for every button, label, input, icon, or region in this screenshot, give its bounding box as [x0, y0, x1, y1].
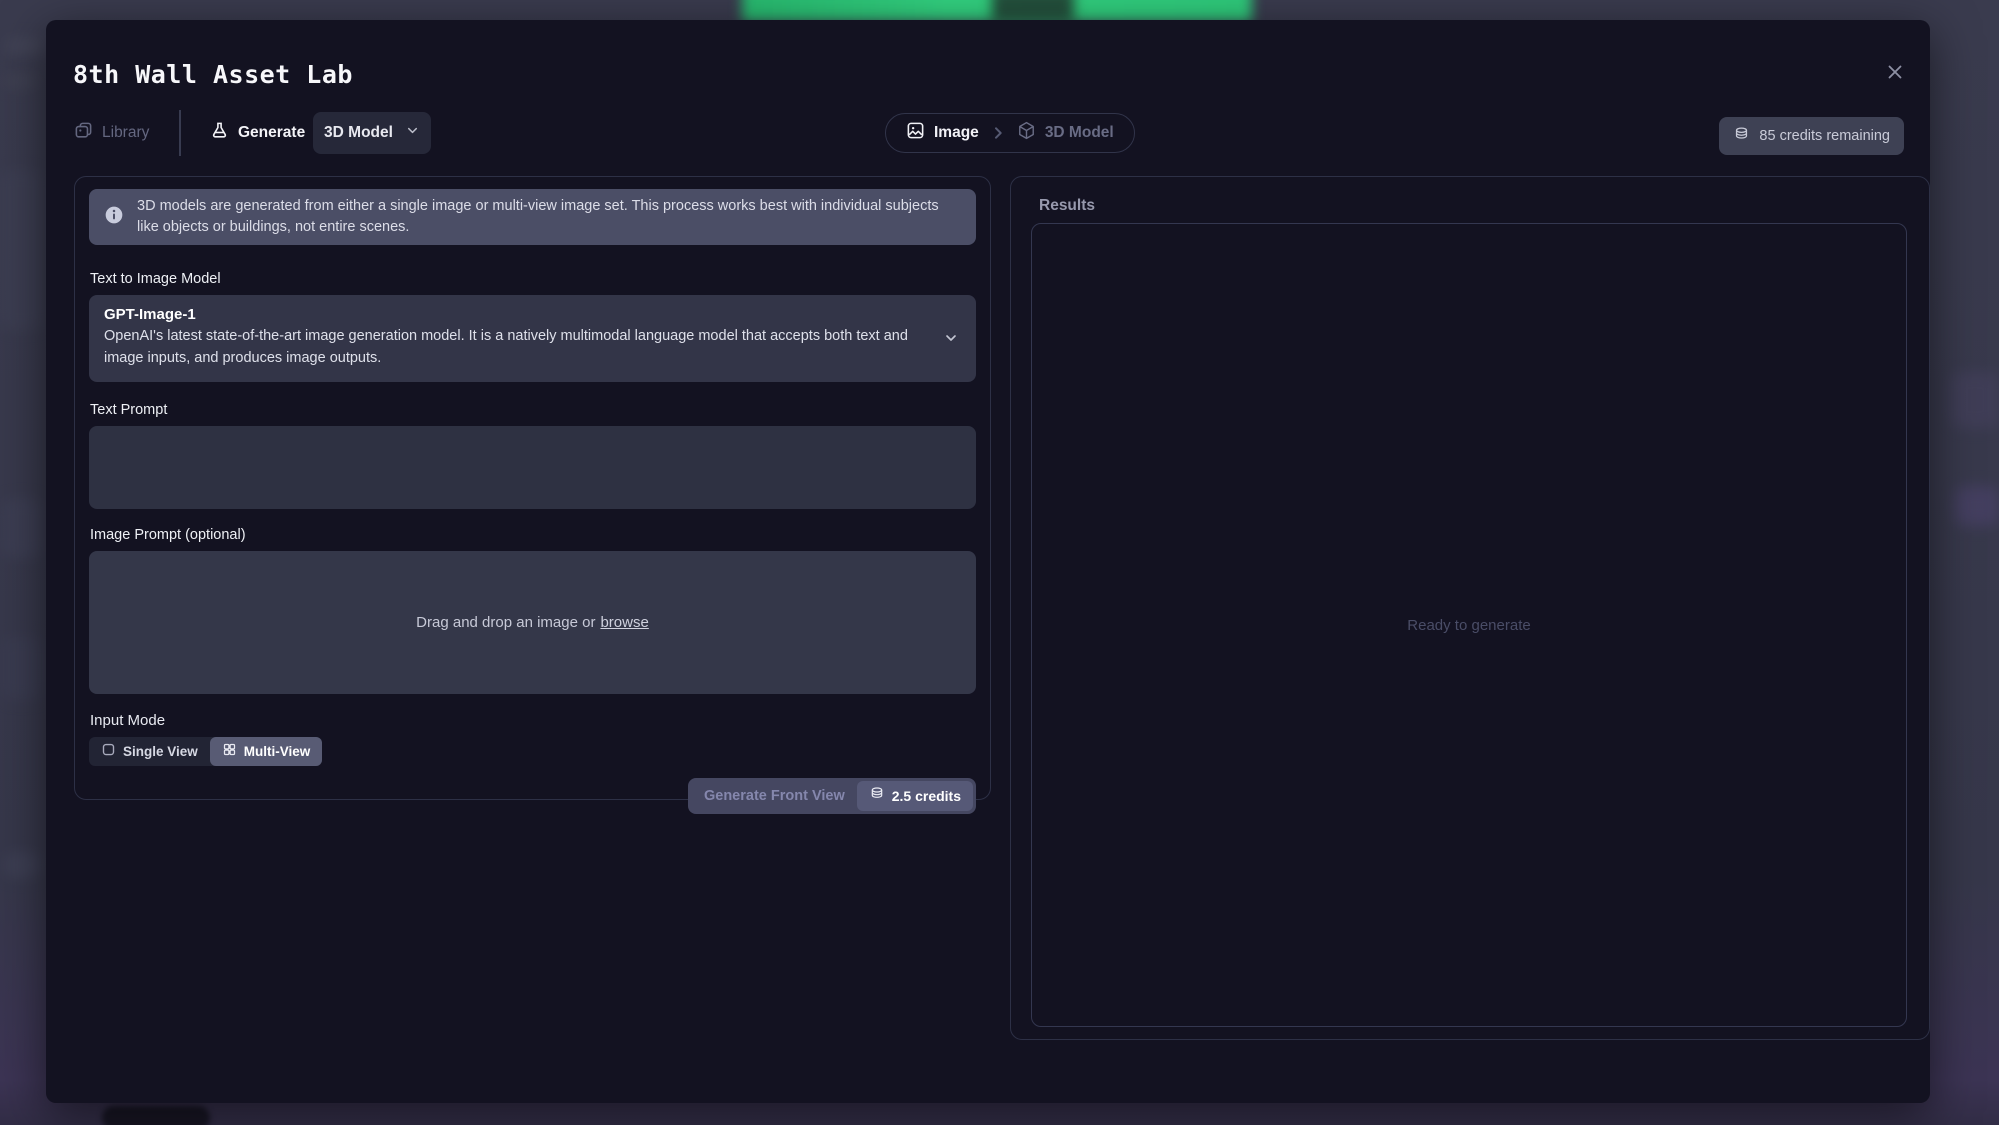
info-icon	[104, 205, 124, 230]
chevron-down-icon	[943, 330, 959, 346]
generation-type-dropdown[interactable]: 3D Model	[313, 112, 431, 154]
generate-row: Generate Front View 2.5 credits	[89, 778, 976, 814]
results-empty-state: Ready to generate	[1407, 617, 1530, 634]
background-blur-blob	[4, 852, 40, 878]
info-banner-text: 3D models are generated from either a si…	[137, 196, 961, 238]
coins-icon	[1733, 126, 1750, 147]
browse-link[interactable]: browse	[600, 614, 648, 631]
multi-view-label: Multi-View	[244, 744, 311, 759]
text-to-image-model-select[interactable]: GPT-Image-1 OpenAI's latest state-of-the…	[89, 295, 976, 382]
credits-badge[interactable]: 85 credits remaining	[1719, 117, 1904, 155]
page-title: 8th Wall Asset Lab	[73, 60, 353, 89]
background-blur-blob	[1955, 486, 1999, 526]
generate-button-label: Generate Front View	[691, 788, 857, 804]
pipeline-stepper: Image 3D Model	[885, 113, 1135, 153]
background-blur-blob	[2, 498, 42, 558]
single-view-option[interactable]: Single View	[89, 737, 210, 766]
close-icon	[1884, 71, 1906, 86]
tab-library[interactable]: Library	[74, 113, 149, 153]
generate-cost-pill: 2.5 credits	[857, 781, 973, 811]
image-dropzone[interactable]: Drag and drop an image or browse	[89, 551, 976, 694]
generate-cost-label: 2.5 credits	[892, 788, 961, 804]
chevron-down-icon	[405, 123, 420, 143]
close-button[interactable]	[1882, 60, 1908, 86]
background-blur-blob	[6, 38, 44, 54]
background-bottom-pill	[102, 1106, 210, 1125]
background-blur-blob	[0, 170, 44, 330]
step-3d-model[interactable]: 3D Model	[1017, 121, 1114, 145]
flask-icon	[210, 121, 229, 145]
background-blur-blob	[2, 636, 42, 700]
checkbox-icon	[101, 742, 116, 760]
dropzone-text: Drag and drop an image or	[416, 614, 595, 631]
background-green-glow-gap	[992, 0, 1074, 22]
background-blur-blob	[4, 74, 38, 88]
generation-type-value: 3D Model	[324, 124, 393, 142]
nav-divider	[179, 110, 181, 156]
tab-generate[interactable]: Generate	[210, 113, 305, 153]
multi-view-option[interactable]: Multi-View	[210, 737, 323, 766]
tab-library-label: Library	[102, 124, 149, 142]
tab-generate-label: Generate	[238, 124, 305, 142]
text-prompt-label: Text Prompt	[90, 402, 976, 418]
text-prompt-input[interactable]	[89, 426, 976, 509]
background-blur-blob	[1951, 372, 1999, 428]
model-description: OpenAI's latest state-of-the-art image g…	[104, 326, 928, 370]
model-section-label: Text to Image Model	[90, 271, 976, 287]
generation-form-panel: 3D models are generated from either a si…	[74, 176, 991, 800]
library-icon	[74, 121, 93, 145]
input-mode-segmented-control: Single View Multi-View	[89, 737, 322, 766]
generate-front-view-button[interactable]: Generate Front View 2.5 credits	[688, 778, 976, 814]
step-image-label: Image	[934, 124, 979, 142]
results-title: Results	[1039, 197, 1909, 215]
coins-icon	[869, 786, 885, 805]
chevron-right-icon	[990, 125, 1006, 141]
info-banner: 3D models are generated from either a si…	[89, 189, 976, 245]
model-name: GPT-Image-1	[104, 306, 928, 323]
cube-icon	[1017, 121, 1036, 145]
asset-lab-modal: 8th Wall Asset Lab Library Generate 3D M…	[46, 20, 1930, 1103]
screen: 8th Wall Asset Lab Library Generate 3D M…	[0, 0, 1999, 1125]
grid-icon	[222, 742, 237, 760]
credits-badge-label: 85 credits remaining	[1759, 128, 1890, 144]
image-icon	[906, 121, 925, 145]
step-3d-model-label: 3D Model	[1045, 124, 1114, 142]
results-panel: Results Ready to generate	[1010, 176, 1930, 1040]
input-mode-label: Input Mode	[90, 712, 976, 729]
results-empty-area: Ready to generate	[1031, 223, 1907, 1027]
single-view-label: Single View	[123, 744, 198, 759]
image-prompt-label: Image Prompt (optional)	[90, 527, 976, 543]
step-image[interactable]: Image	[906, 121, 979, 145]
